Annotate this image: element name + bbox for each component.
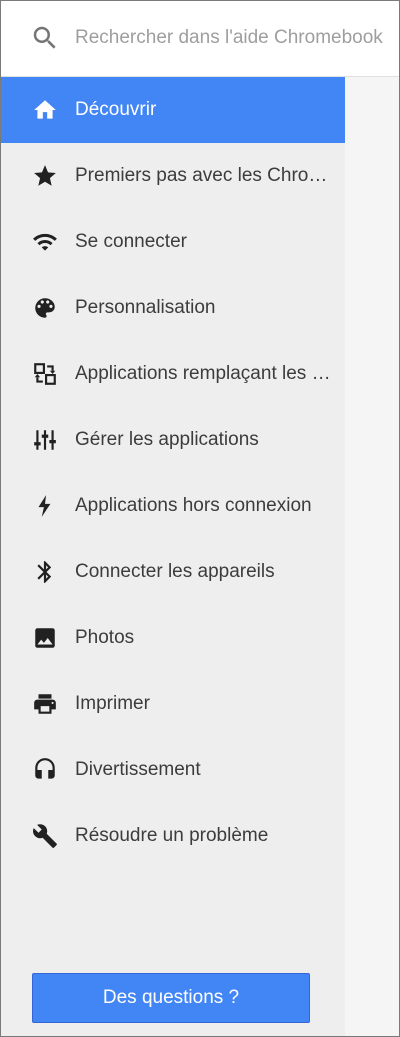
search-icon[interactable]: [30, 23, 60, 53]
sidebar-item-connecter-appareils[interactable]: Connecter les appareils: [1, 539, 345, 605]
sidebar-item-label: Photos: [75, 627, 135, 648]
star-icon: [31, 162, 59, 190]
sliders-icon: [31, 426, 59, 454]
content-pane: [345, 77, 399, 1036]
sidebar-item-decouvrir[interactable]: Découvrir: [1, 77, 345, 143]
wifi-icon: [31, 228, 59, 256]
sidebar-item-hors-connexion[interactable]: Applications hors connexion: [1, 473, 345, 539]
sidebar-item-label: Divertissement: [75, 759, 201, 780]
sidebar-item-se-connecter[interactable]: Se connecter: [1, 209, 345, 275]
help-window: Découvrir Premiers pas avec les Chromebo…: [0, 0, 400, 1037]
sidebar-item-label: Se connecter: [75, 231, 187, 252]
sidebar-item-premiers-pas[interactable]: Premiers pas avec les Chromebooks: [1, 143, 345, 209]
sidebar-item-label: Applications remplaçant les logiciels: [75, 363, 333, 384]
headphones-icon: [31, 756, 59, 784]
sidebar-item-applications-remplacant[interactable]: Applications remplaçant les logiciels: [1, 341, 345, 407]
printer-icon: [31, 690, 59, 718]
bluetooth-icon: [31, 558, 59, 586]
home-icon: [31, 96, 59, 124]
flash-icon: [31, 492, 59, 520]
sidebar-item-divertissement[interactable]: Divertissement: [1, 737, 345, 803]
sidebar-nav: Découvrir Premiers pas avec les Chromebo…: [1, 77, 345, 1036]
sidebar-item-label: Applications hors connexion: [75, 495, 312, 516]
wrench-icon: [31, 822, 59, 850]
sidebar-item-photos[interactable]: Photos: [1, 605, 345, 671]
swap-apps-icon: [31, 360, 59, 388]
sidebar-item-label: Premiers pas avec les Chromebooks: [75, 165, 333, 186]
questions-button[interactable]: Des questions ?: [32, 973, 310, 1023]
sidebar-item-resoudre-probleme[interactable]: Résoudre un problème: [1, 803, 345, 869]
sidebar-item-label: Connecter les appareils: [75, 561, 275, 582]
photo-icon: [31, 624, 59, 652]
sidebar-item-label: Imprimer: [75, 693, 150, 714]
sidebar-item-label: Résoudre un problème: [75, 825, 269, 846]
search-input[interactable]: [75, 21, 399, 55]
search-bar: [1, 1, 399, 77]
sidebar-item-personnalisation[interactable]: Personnalisation: [1, 275, 345, 341]
sidebar-item-label: Gérer les applications: [75, 429, 259, 450]
sidebar-item-imprimer[interactable]: Imprimer: [1, 671, 345, 737]
palette-icon: [31, 294, 59, 322]
sidebar-item-gerer-applications[interactable]: Gérer les applications: [1, 407, 345, 473]
sidebar-item-label: Découvrir: [75, 99, 157, 120]
sidebar-item-label: Personnalisation: [75, 297, 216, 318]
